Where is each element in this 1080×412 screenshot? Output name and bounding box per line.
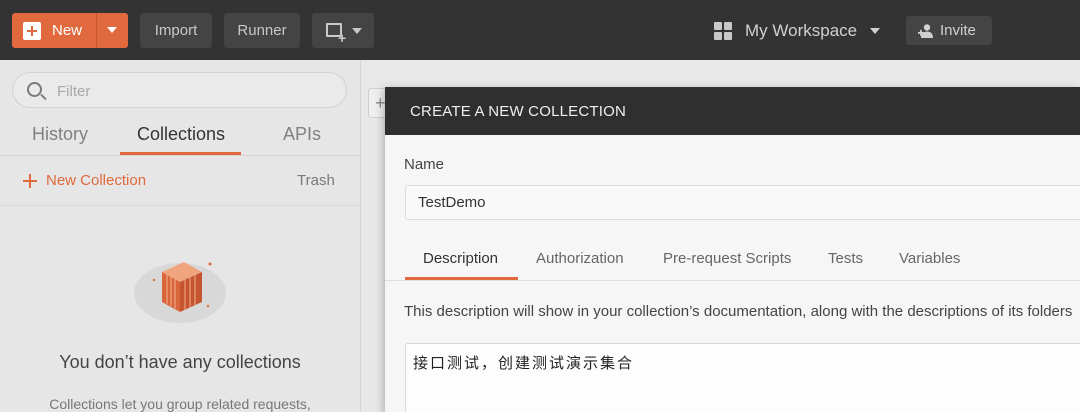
tab-apis[interactable]: APIs xyxy=(283,124,321,145)
sidebar: History Collections APIs New Collection … xyxy=(0,60,361,412)
workspace-selector[interactable]: My Workspace xyxy=(714,18,894,44)
tab-history[interactable]: History xyxy=(32,124,88,145)
modal-header: CREATE A NEW COLLECTION xyxy=(385,87,1080,135)
description-field[interactable]: 接口测试，创建测试演示集合 xyxy=(405,343,1080,412)
runner-button[interactable]: Runner xyxy=(224,13,300,48)
divider xyxy=(385,280,1080,281)
tab-tests[interactable]: Tests xyxy=(828,250,863,267)
filter-box[interactable] xyxy=(12,72,347,108)
name-field[interactable] xyxy=(405,185,1080,220)
import-button[interactable]: Import xyxy=(140,13,212,48)
new-collection-label: New Collection xyxy=(46,172,147,189)
empty-state-subtitle: Collections let you group related reques… xyxy=(49,396,311,412)
search-icon xyxy=(27,82,42,97)
empty-state-title: You don’t have any collections xyxy=(59,352,301,372)
new-button-separator xyxy=(96,13,97,48)
create-collection-modal: CREATE A NEW COLLECTION Name Description… xyxy=(385,87,1080,412)
caret-down-icon xyxy=(352,28,362,34)
invite-label: Invite xyxy=(940,22,976,39)
caret-down-icon[interactable] xyxy=(107,27,117,33)
plus-box-icon xyxy=(23,22,41,40)
plus-icon: + xyxy=(338,30,347,46)
description-hint: This description will show in your colle… xyxy=(404,303,1073,320)
divider xyxy=(0,155,360,156)
trash-button[interactable]: Trash xyxy=(297,172,335,189)
new-window-button[interactable]: + xyxy=(312,13,374,48)
divider xyxy=(0,205,360,206)
new-button[interactable]: New xyxy=(12,13,128,48)
tab-authorization[interactable]: Authorization xyxy=(536,250,624,267)
top-toolbar: New Import Runner + My Workspace Invite xyxy=(0,0,1080,60)
plus-icon xyxy=(23,174,37,188)
chevron-down-icon xyxy=(870,28,880,34)
invite-button[interactable]: Invite xyxy=(906,16,992,45)
add-user-icon xyxy=(918,24,933,38)
tab-variables[interactable]: Variables xyxy=(899,250,960,267)
tab-description[interactable]: Description xyxy=(423,250,498,267)
new-button-label: New xyxy=(52,22,83,39)
modal-title: CREATE A NEW COLLECTION xyxy=(410,103,627,120)
workspace-label: My Workspace xyxy=(745,21,858,40)
tab-collections[interactable]: Collections xyxy=(137,124,225,145)
name-label: Name xyxy=(404,156,445,173)
tab-pre-request-scripts[interactable]: Pre-request Scripts xyxy=(663,250,791,267)
grid-icon xyxy=(714,22,732,40)
empty-collection-illustration xyxy=(134,262,226,323)
filter-input[interactable] xyxy=(57,81,327,101)
